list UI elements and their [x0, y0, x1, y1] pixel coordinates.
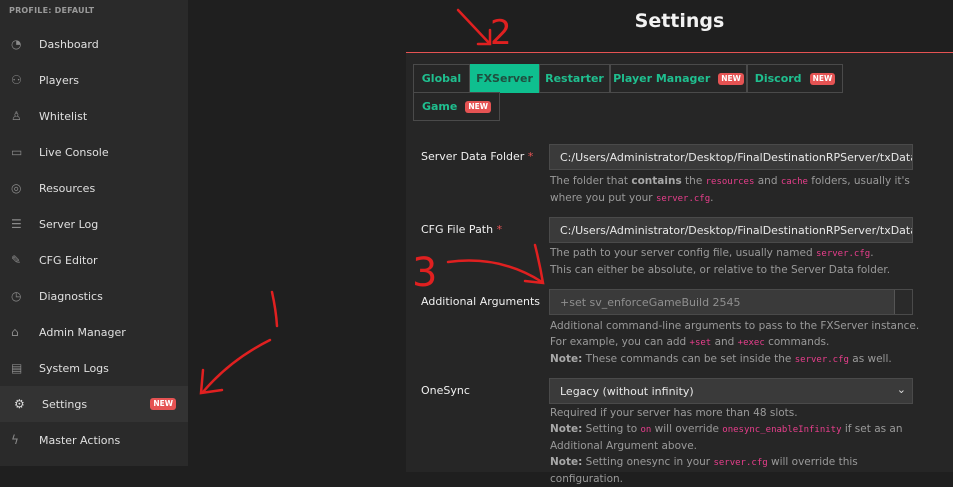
sidebar-item-system-logs[interactable]: ▤ System Logs — [0, 350, 188, 386]
sidebar-item-resources[interactable]: ◎ Resources — [0, 170, 188, 206]
new-badge: NEW — [150, 398, 176, 410]
sidebar-item-label: System Logs — [39, 361, 109, 375]
sidebar-item-label: Whitelist — [39, 109, 88, 123]
sidebar-item-label: Resources — [39, 181, 96, 195]
sidebar-item-whitelist[interactable]: ♙ Whitelist — [0, 98, 188, 134]
sidebar-item-server-log[interactable]: ☰ Server Log — [0, 206, 188, 242]
players-icon: ⚇ — [11, 73, 22, 87]
server-data-folder-input[interactable]: C:/Users/Administrator/Desktop/FinalDest… — [549, 144, 913, 170]
admin-icon: ⌂ — [11, 325, 19, 339]
tab-player-manager[interactable]: Player Manager NEW — [610, 64, 747, 93]
server-data-folder-help: The folder that contains the resources a… — [550, 175, 910, 204]
sidebar-item-master-actions[interactable]: ϟ Master Actions — [0, 422, 188, 458]
sidebar-item-label: Master Actions — [39, 433, 121, 447]
settings-card: Global FXServer Restarter Player Manager NEW… — [406, 52, 953, 485]
gear-icon: ⚙ — [14, 397, 25, 411]
sidebar-item-players[interactable]: ⚇ Players — [0, 62, 188, 98]
system-logs-icon: ▤ — [11, 361, 23, 375]
tab-label: Game — [421, 100, 458, 113]
sidebar-item-admin-manager[interactable]: ⌂ Admin Manager — [0, 314, 188, 350]
profile-label: PROFILE: DEFAULT — [9, 6, 95, 15]
additional-arguments-textarea[interactable]: +set sv_enforceGameBuild 2545 — [549, 289, 913, 315]
cfg-file-path-label: CFG File Path * — [421, 223, 503, 236]
console-icon: ▭ — [11, 145, 23, 159]
sidebar-item-dashboard[interactable]: ◔ Dashboard — [0, 26, 188, 62]
sidebar-item-label: Settings — [42, 397, 88, 411]
tab-label: Player Manager — [613, 72, 711, 85]
server-data-folder-label: Server Data Folder * — [421, 150, 534, 163]
whitelist-icon: ♙ — [11, 109, 22, 123]
sidebar-item-label: Dashboard — [39, 37, 99, 51]
tab-label: Global — [421, 72, 462, 85]
tab-label: Restarter — [545, 72, 604, 85]
tab-fxserver[interactable]: FXServer — [470, 64, 539, 93]
sidebar-item-label: Server Log — [39, 217, 99, 231]
tab-label: Discord — [754, 72, 802, 85]
bolt-icon: ϟ — [11, 433, 19, 447]
sidebar-item-cfg-editor[interactable]: ✎ CFG Editor — [0, 242, 188, 278]
onesync-label: OneSync — [421, 384, 470, 397]
log-icon: ☰ — [11, 217, 22, 231]
tab-label: FXServer — [476, 72, 533, 85]
onesync-help: Required if your server has more than 48… — [550, 407, 903, 485]
tab-restarter[interactable]: Restarter — [539, 64, 610, 93]
resize-handle[interactable] — [894, 290, 912, 314]
dashboard-icon: ◔ — [11, 37, 22, 51]
tab-global[interactable]: Global — [413, 64, 470, 93]
tab-game[interactable]: Game NEW — [413, 92, 500, 121]
cfg-file-path-input[interactable]: C:/Users/Administrator/Desktop/FinalDest… — [549, 217, 913, 243]
onesync-select[interactable]: Legacy (without infinity) ⌄ — [549, 378, 913, 404]
sidebar-item-diagnostics[interactable]: ◷ Diagnostics — [0, 278, 188, 314]
new-badge: NEW — [809, 72, 836, 85]
sidebar-item-label: Admin Manager — [39, 325, 126, 339]
pencil-icon: ✎ — [11, 253, 22, 267]
page-title: Settings — [634, 10, 725, 32]
resources-icon: ◎ — [11, 181, 22, 195]
sidebar-item-label: Diagnostics — [39, 289, 103, 303]
additional-arguments-label: Additional Arguments — [421, 295, 541, 308]
annotation-one — [270, 290, 279, 328]
new-badge: NEW — [718, 72, 744, 85]
sidebar: PROFILE: DEFAULT ◔ Dashboard ⚇ Players ♙ Whit… — [0, 0, 188, 466]
sidebar-item-label: Players — [39, 73, 79, 87]
chevron-down-icon: ⌄ — [896, 383, 906, 396]
sidebar-item-live-console[interactable]: ▭ Live Console — [0, 134, 188, 170]
new-badge: NEW — [465, 100, 492, 113]
arrow-1-annotation — [199, 338, 272, 395]
sidebar-item-label: Live Console — [39, 145, 109, 159]
sidebar-item-label: CFG Editor — [39, 253, 98, 267]
cfg-file-path-help: The path to your server config file, usu… — [550, 247, 891, 276]
tab-discord[interactable]: Discord NEW — [747, 64, 843, 93]
additional-arguments-help: Additional command-line arguments to pas… — [550, 320, 920, 365]
diagnostics-icon: ◷ — [11, 289, 22, 303]
sidebar-item-settings[interactable]: ⚙ Settings NEW — [0, 386, 188, 422]
